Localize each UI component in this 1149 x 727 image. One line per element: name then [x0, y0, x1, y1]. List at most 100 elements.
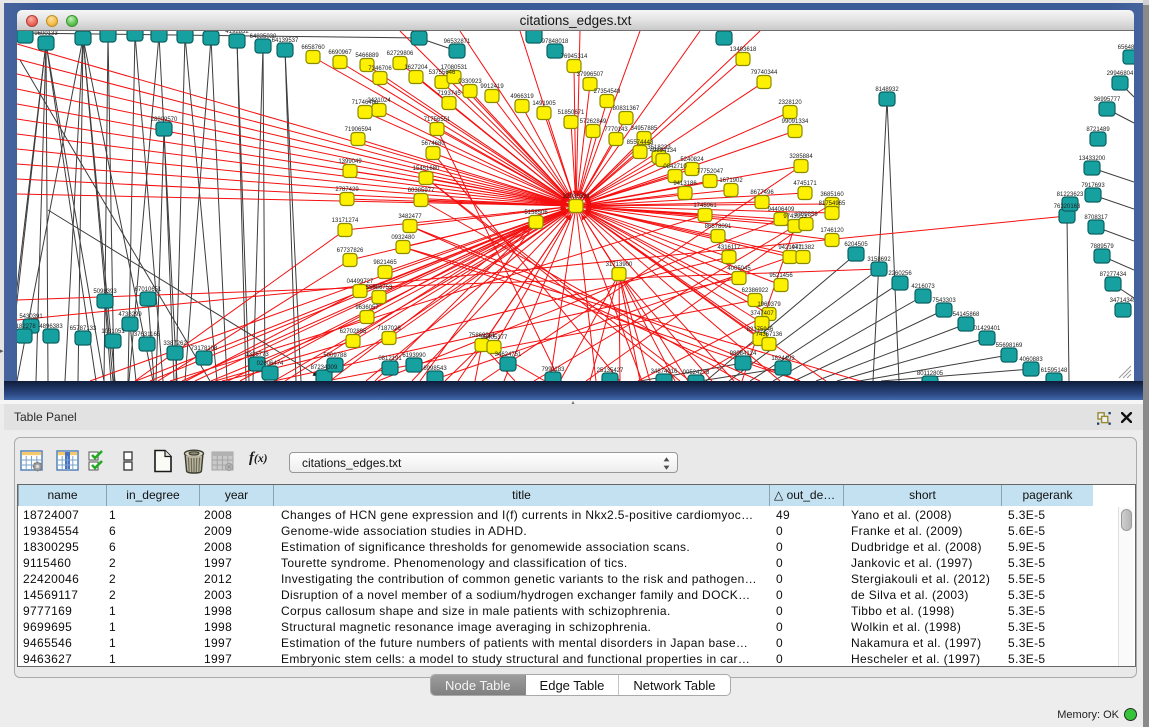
svg-text:81754965: 81754965 — [819, 201, 846, 207]
svg-text:54145868: 54145868 — [953, 312, 980, 318]
svg-text:6998543: 6998543 — [423, 366, 447, 372]
svg-text:96405377: 96405377 — [481, 335, 508, 341]
svg-text:87277434: 87277434 — [1100, 272, 1127, 278]
svg-text:5009788: 5009788 — [323, 353, 347, 359]
svg-text:7889579: 7889579 — [1090, 244, 1114, 250]
svg-text:34714345: 34714345 — [1110, 298, 1134, 304]
svg-text:9600133: 9600133 — [34, 31, 58, 37]
svg-text:7543303: 7543303 — [932, 298, 956, 304]
svg-text:60385977: 60385977 — [408, 188, 435, 194]
svg-text:94406409: 94406409 — [768, 207, 795, 213]
svg-text:64139537: 64139537 — [272, 38, 299, 44]
svg-text:6690967: 6690967 — [328, 50, 352, 56]
svg-text:51462704: 51462704 — [711, 31, 738, 32]
svg-text:01429401: 01429401 — [974, 326, 1001, 332]
svg-text:65787133: 65787133 — [70, 326, 97, 332]
svg-text:13433200: 13433200 — [1079, 156, 1106, 162]
svg-text:2328120: 2328120 — [778, 100, 802, 106]
svg-text:81223623: 81223623 — [1057, 192, 1084, 198]
svg-text:77752047: 77752047 — [697, 169, 724, 175]
svg-text:7770143: 7770143 — [604, 127, 628, 133]
svg-text:32931839: 32931839 — [563, 194, 590, 200]
svg-text:7917693: 7917693 — [1081, 183, 1105, 189]
svg-text:13171274: 13171274 — [332, 218, 359, 224]
svg-text:1969379: 1969379 — [757, 302, 781, 308]
svg-text:1745961: 1745961 — [693, 203, 717, 209]
svg-text:37996507: 37996507 — [577, 72, 604, 78]
svg-text:3709859: 3709859 — [794, 212, 818, 218]
svg-text:3685160: 3685160 — [820, 192, 844, 198]
svg-text:0812191: 0812191 — [378, 356, 402, 362]
svg-text:1031051: 1031051 — [101, 329, 125, 335]
svg-text:5240824: 5240824 — [680, 157, 704, 163]
svg-text:62386922: 62386922 — [742, 288, 769, 294]
svg-text:67737826: 67737826 — [337, 248, 364, 254]
svg-text:55886753: 55886753 — [366, 285, 393, 291]
svg-text:15451680: 15451680 — [413, 166, 440, 172]
svg-text:7182278: 7182278 — [17, 324, 36, 330]
svg-text:99091334: 99091334 — [782, 119, 809, 125]
svg-text:4192832: 4192832 — [225, 31, 249, 35]
svg-text:4216073: 4216073 — [911, 284, 935, 290]
svg-text:87234309: 87234309 — [311, 365, 338, 371]
svg-text:13493618: 13493618 — [730, 47, 757, 53]
svg-text:7187026: 7187026 — [377, 326, 401, 332]
svg-text:6204505: 6204505 — [844, 242, 868, 248]
svg-text:34957885: 34957885 — [631, 126, 658, 132]
svg-text:7346706: 7346706 — [368, 66, 392, 72]
svg-text:4060883: 4060883 — [1019, 357, 1043, 363]
svg-text:34874016: 34874016 — [651, 369, 678, 375]
svg-text:4316117: 4316117 — [718, 245, 742, 251]
svg-text:6193990: 6193990 — [402, 353, 426, 359]
svg-text:80112805: 80112805 — [917, 371, 944, 377]
svg-text:8721489: 8721489 — [1086, 127, 1110, 133]
svg-text:1746120: 1746120 — [820, 228, 844, 234]
svg-text:0932480: 0932480 — [391, 235, 415, 241]
svg-text:2787429: 2787429 — [335, 187, 359, 193]
svg-text:1627204: 1627204 — [404, 65, 428, 71]
svg-text:4745171: 4745171 — [793, 181, 817, 187]
svg-text:36995777: 36995777 — [1094, 97, 1121, 103]
svg-text:67010651: 67010651 — [135, 287, 162, 293]
svg-text:00524278: 00524278 — [683, 370, 710, 376]
svg-text:74367136: 74367136 — [756, 332, 783, 338]
svg-text:25135427: 25135427 — [597, 368, 624, 374]
svg-text:98084124: 98084124 — [730, 351, 757, 357]
svg-text:9912419: 9912419 — [480, 84, 504, 90]
svg-text:96532871: 96532871 — [444, 39, 471, 45]
svg-text:8386379: 8386379 — [71, 31, 95, 32]
svg-text:8677496: 8677496 — [750, 190, 774, 196]
svg-text:8708317: 8708317 — [1084, 215, 1108, 221]
svg-text:8148932: 8148932 — [875, 87, 899, 93]
svg-text:02606474: 02606474 — [257, 361, 284, 367]
svg-text:3285884: 3285884 — [789, 154, 813, 160]
svg-text:55698169: 55698169 — [996, 343, 1023, 349]
svg-text:80831367: 80831367 — [613, 106, 640, 112]
svg-text:27354549: 27354549 — [594, 89, 621, 95]
svg-text:71756551: 71756551 — [424, 117, 451, 123]
svg-text:71746488: 71746488 — [352, 100, 379, 106]
svg-text:4738299: 4738299 — [118, 312, 142, 318]
svg-text:5430391: 5430391 — [19, 314, 43, 320]
svg-text:7193745: 7193745 — [437, 91, 461, 97]
svg-text:1326773: 1326773 — [245, 352, 269, 358]
svg-text:6658760: 6658760 — [301, 45, 325, 51]
svg-text:2260256: 2260256 — [888, 271, 912, 277]
svg-text:5674680: 5674680 — [421, 141, 445, 147]
svg-text:97848018: 97848018 — [542, 39, 569, 45]
svg-text:76320163: 76320163 — [1054, 204, 1081, 210]
svg-text:4896383: 4896383 — [39, 324, 63, 330]
svg-text:62702895: 62702895 — [340, 329, 367, 335]
svg-text:1671902: 1671902 — [719, 178, 743, 184]
svg-text:7991183: 7991183 — [542, 367, 566, 373]
svg-text:57262849: 57262849 — [580, 119, 607, 125]
svg-text:62729806: 62729806 — [387, 51, 414, 57]
svg-text:4711382: 4711382 — [792, 245, 816, 251]
svg-text:72423884: 72423884 — [406, 31, 433, 32]
svg-text:31713900: 31713900 — [606, 262, 633, 268]
svg-text:3747407: 3747407 — [750, 311, 774, 317]
svg-text:49894134: 49894134 — [650, 148, 677, 154]
svg-text:86578091: 86578091 — [705, 224, 732, 230]
svg-text:1399049: 1399049 — [338, 159, 362, 165]
svg-text:3158692: 3158692 — [867, 257, 891, 263]
